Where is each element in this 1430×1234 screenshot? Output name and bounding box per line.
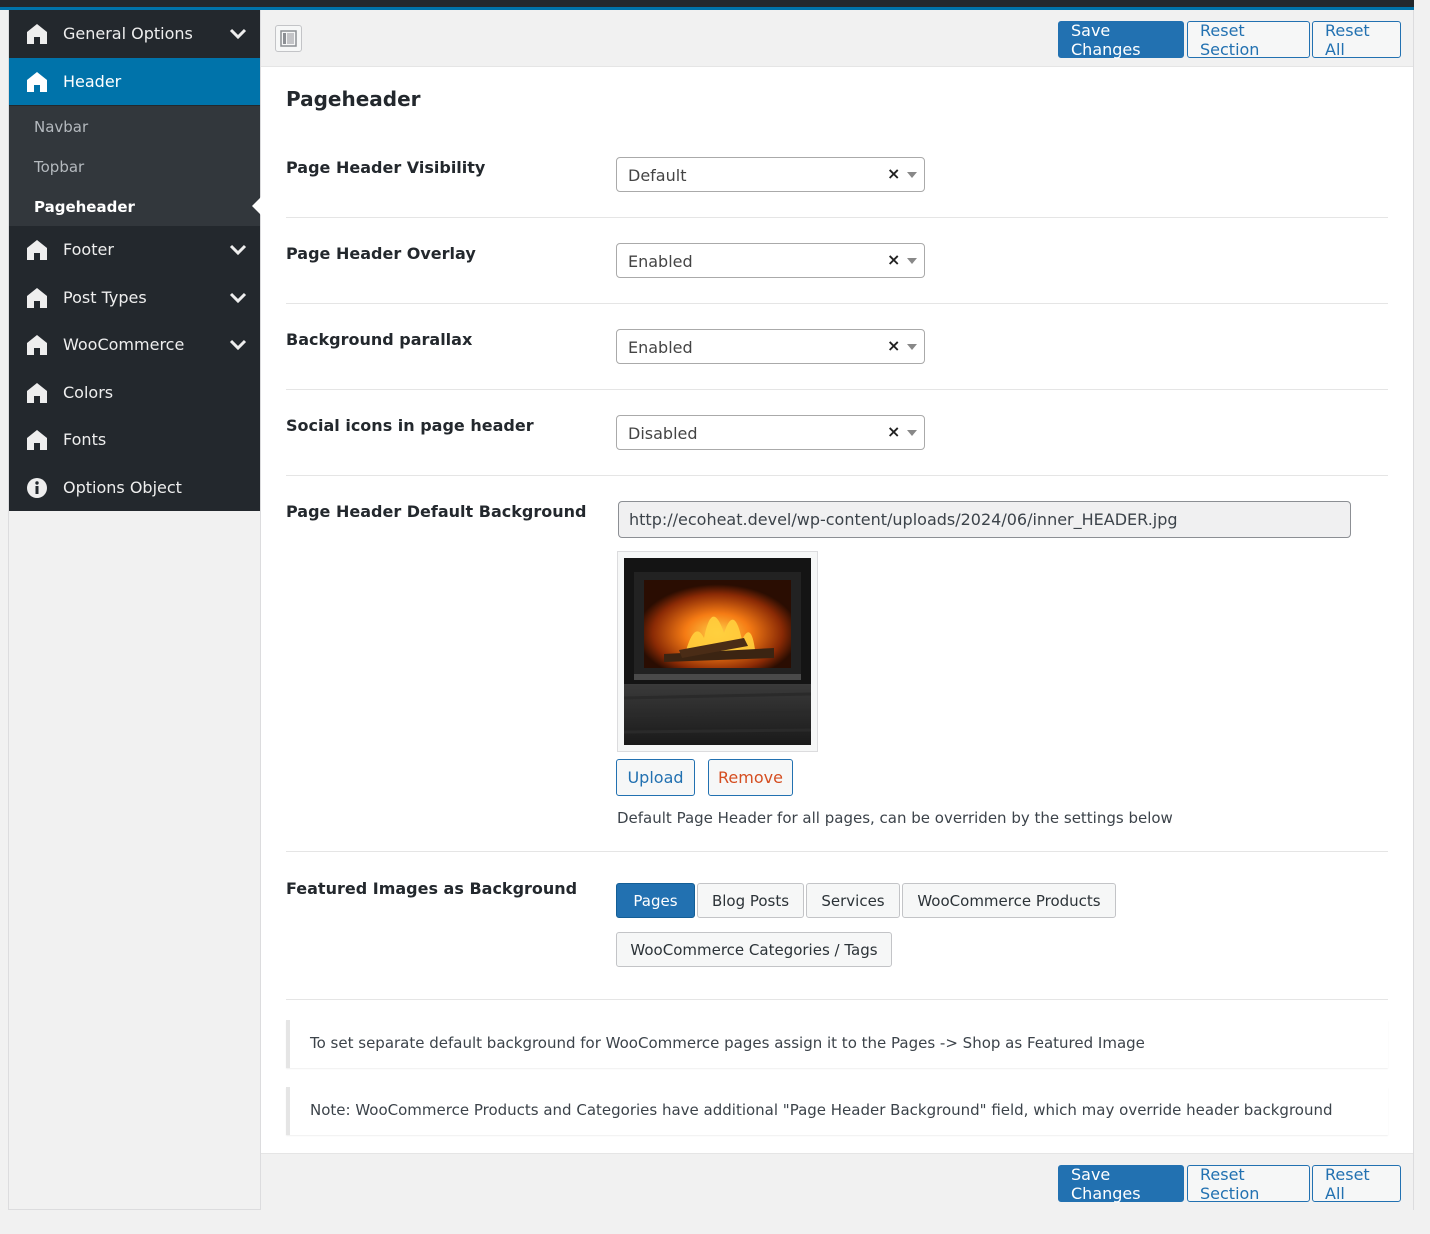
featured-option-pages[interactable]: Pages [616, 883, 695, 918]
dropdown-arrow-icon [907, 430, 917, 436]
visibility-select[interactable]: Default × [616, 157, 925, 192]
sidebar-item-footer[interactable]: Footer [9, 226, 260, 273]
row-divider [286, 999, 1388, 1000]
clear-icon[interactable]: × [887, 164, 900, 183]
field-label-parallax: Background parallax [286, 330, 473, 349]
field-label-default-background: Page Header Default Background [286, 502, 587, 521]
chevron-down-icon [229, 292, 247, 303]
section-content: Pageheader Page Header Visibility Defaul… [261, 67, 1413, 1153]
field-label-visibility: Page Header Visibility [286, 158, 486, 177]
sidebar-item-label: Footer [63, 240, 114, 259]
sidebar-item-general-options[interactable]: General Options [9, 10, 260, 57]
row-divider [286, 475, 1388, 476]
featured-option-blog-posts[interactable]: Blog Posts [697, 883, 804, 918]
chevron-down-icon [229, 28, 247, 39]
background-preview [617, 551, 818, 752]
home-icon [27, 429, 47, 450]
social-icons-select[interactable]: Disabled × [616, 415, 925, 450]
chevron-down-icon [229, 244, 247, 255]
home-icon [27, 382, 47, 403]
sidebar-item-label: Colors [63, 383, 114, 402]
row-divider [286, 303, 1388, 304]
sidebar-subitem-topbar[interactable]: Topbar [34, 158, 84, 176]
sidebar-subitem-navbar[interactable]: Navbar [34, 118, 88, 136]
home-icon [27, 239, 47, 260]
row-divider [286, 217, 1388, 218]
featured-option-woocommerce-categories[interactable]: WooCommerce Categories / Tags [616, 932, 892, 967]
info-icon [27, 477, 47, 498]
sidebar-item-woocommerce[interactable]: WooCommerce [9, 321, 260, 368]
admin-top-bar [0, 0, 1414, 10]
save-button[interactable]: Save Changes [1058, 21, 1184, 59]
sidebar-item-label: WooCommerce [63, 335, 185, 354]
upload-button[interactable]: Upload [616, 759, 695, 796]
sidebar-item-options-object[interactable]: Options Object [9, 464, 260, 511]
sidebar-subitem-pageheader[interactable]: Pageheader [34, 198, 135, 216]
clear-icon[interactable]: × [887, 250, 900, 269]
active-indicator-arrow [252, 197, 261, 215]
reset-section-button[interactable]: Reset Section [1187, 21, 1310, 59]
row-divider [286, 389, 1388, 390]
dropdown-arrow-icon [907, 172, 917, 178]
sidebar-item-fonts[interactable]: Fonts [9, 416, 260, 463]
select-value: Disabled [628, 424, 698, 443]
sidebar-submenu: Navbar Topbar Pageheader [9, 106, 260, 226]
chevron-down-icon [229, 339, 247, 350]
select-value: Default [628, 166, 687, 185]
bottom-toolbar: Save Changes Reset Section Reset All [261, 1153, 1413, 1210]
dropdown-arrow-icon [907, 258, 917, 264]
sidebar-item-label: Post Types [63, 288, 147, 307]
reset-all-button-bottom[interactable]: Reset All [1312, 1165, 1401, 1203]
featured-option-woocommerce-products[interactable]: WooCommerce Products [902, 883, 1116, 918]
background-url-field[interactable]: http://ecoheat.devel/wp-content/uploads/… [618, 501, 1351, 538]
fireplace-image [623, 558, 812, 745]
parallax-select[interactable]: Enabled × [616, 329, 925, 364]
home-icon [27, 71, 47, 92]
select-value: Enabled [628, 338, 693, 357]
home-icon [27, 334, 47, 355]
background-description: Default Page Header for all pages, can b… [617, 809, 1173, 827]
row-divider [286, 851, 1388, 852]
select-value: Enabled [628, 252, 693, 271]
field-label-featured-images: Featured Images as Background [286, 879, 578, 898]
clear-icon[interactable]: × [887, 336, 900, 355]
sidebar-item-post-types[interactable]: Post Types [9, 274, 260, 321]
layout-icon [280, 30, 297, 47]
sidebar-item-label: Fonts [63, 430, 107, 449]
page-title: Pageheader [286, 87, 421, 111]
featured-option-services[interactable]: Services [806, 883, 900, 918]
options-sidebar: General Options Header Navbar Topbar Pag… [9, 10, 261, 511]
reset-all-button[interactable]: Reset All [1312, 21, 1401, 59]
sidebar-item-colors[interactable]: Colors [9, 369, 260, 416]
sidebar-item-label: Header [63, 72, 122, 91]
info-notice: To set separate default background for W… [286, 1020, 1388, 1068]
info-notice: Note: WooCommerce Products and Categorie… [286, 1087, 1388, 1135]
field-label-social-icons: Social icons in page header [286, 416, 534, 435]
top-toolbar: Save Changes Reset Section Reset All [261, 10, 1413, 67]
save-button-bottom[interactable]: Save Changes [1058, 1165, 1184, 1203]
dropdown-arrow-icon [907, 344, 917, 350]
expand-toggle-button[interactable] [275, 25, 302, 52]
sidebar-item-label: Options Object [63, 478, 182, 497]
remove-button[interactable]: Remove [708, 759, 793, 796]
overlay-select[interactable]: Enabled × [616, 243, 925, 278]
sidebar-item-header[interactable]: Header [9, 58, 260, 105]
home-icon [27, 23, 47, 44]
sidebar-item-label: General Options [63, 24, 193, 43]
field-label-overlay: Page Header Overlay [286, 244, 476, 263]
clear-icon[interactable]: × [887, 422, 900, 441]
home-icon [27, 287, 47, 308]
reset-section-button-bottom[interactable]: Reset Section [1187, 1165, 1310, 1203]
